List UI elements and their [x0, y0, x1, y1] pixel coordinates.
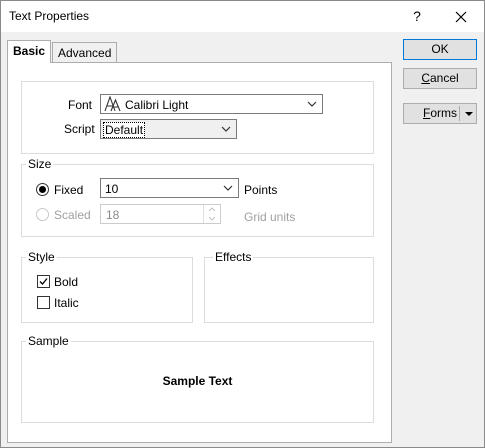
title-bar: Text Properties ? [1, 1, 484, 32]
forms-label-rest: orms [430, 106, 458, 120]
forms-button[interactable]: Forms [403, 103, 477, 124]
spin-up-icon [208, 207, 216, 212]
bold-label: Bold [54, 275, 79, 289]
chevron-down-icon [307, 101, 317, 107]
cancel-label-rest: ancel [429, 71, 459, 85]
points-unit-label: Points [244, 183, 278, 197]
italic-label: Italic [54, 296, 79, 310]
grid-units-label: Grid units [244, 210, 296, 224]
help-button[interactable]: ? [395, 1, 439, 32]
script-dropdown[interactable]: Default [100, 119, 237, 139]
tab-basic[interactable]: Basic [7, 40, 52, 63]
script-value: Default [103, 122, 146, 138]
effects-group: Effects [204, 250, 374, 323]
fixed-radio[interactable] [36, 183, 49, 196]
fixed-label: Fixed [54, 183, 84, 197]
fixed-size-value: 10 [105, 182, 119, 196]
font-value: Calibri Light [125, 98, 189, 112]
scaled-radio[interactable] [36, 208, 49, 221]
font-label: Font [68, 98, 93, 112]
font-group: Font Calibri Light Script Default [21, 81, 374, 154]
scaled-size-spinner[interactable]: 18 [100, 204, 221, 224]
style-group: Style Bold Italic [21, 250, 193, 323]
size-group-title: Size [26, 157, 54, 171]
sample-text-preview: Sample Text [162, 374, 233, 388]
spin-down-icon [208, 216, 216, 221]
close-icon [455, 11, 467, 23]
script-label: Script [64, 122, 95, 136]
size-group: Size Fixed 10 Points Scaled 18 Grid unit… [21, 157, 374, 237]
fixed-size-dropdown[interactable]: 10 [100, 178, 239, 198]
spinner-arrows[interactable] [203, 205, 220, 223]
bold-checkbox[interactable] [37, 275, 50, 288]
dropdown-arrow-icon[interactable] [464, 110, 474, 118]
scaled-size-value: 18 [106, 208, 120, 222]
forms-split-divider [459, 106, 460, 121]
sample-group: Sample Sample Text [21, 334, 374, 423]
close-button[interactable] [439, 1, 483, 32]
style-group-title: Style [26, 250, 57, 264]
font-type-icon [104, 96, 121, 112]
basic-tab-panel: Font Calibri Light Script Default Size F… [7, 62, 392, 443]
sample-group-title: Sample [26, 334, 71, 348]
cancel-button[interactable]: Cancel [403, 68, 477, 89]
font-dropdown[interactable]: Calibri Light [100, 94, 323, 114]
italic-checkbox[interactable] [37, 296, 50, 309]
effects-group-title: Effects [213, 250, 254, 264]
ok-button[interactable]: OK [403, 39, 477, 60]
chevron-down-icon [221, 126, 231, 132]
text-properties-dialog: Text Properties ? Basic Advanced Font Ca… [0, 0, 485, 448]
tab-advanced[interactable]: Advanced [52, 42, 118, 63]
forms-label: Forms [423, 104, 457, 123]
cancel-mnemonic: C [421, 71, 430, 85]
checkmark-icon [39, 278, 48, 285]
chevron-down-icon [223, 185, 233, 191]
window-title: Text Properties [9, 9, 90, 23]
scaled-label: Scaled [54, 208, 91, 222]
